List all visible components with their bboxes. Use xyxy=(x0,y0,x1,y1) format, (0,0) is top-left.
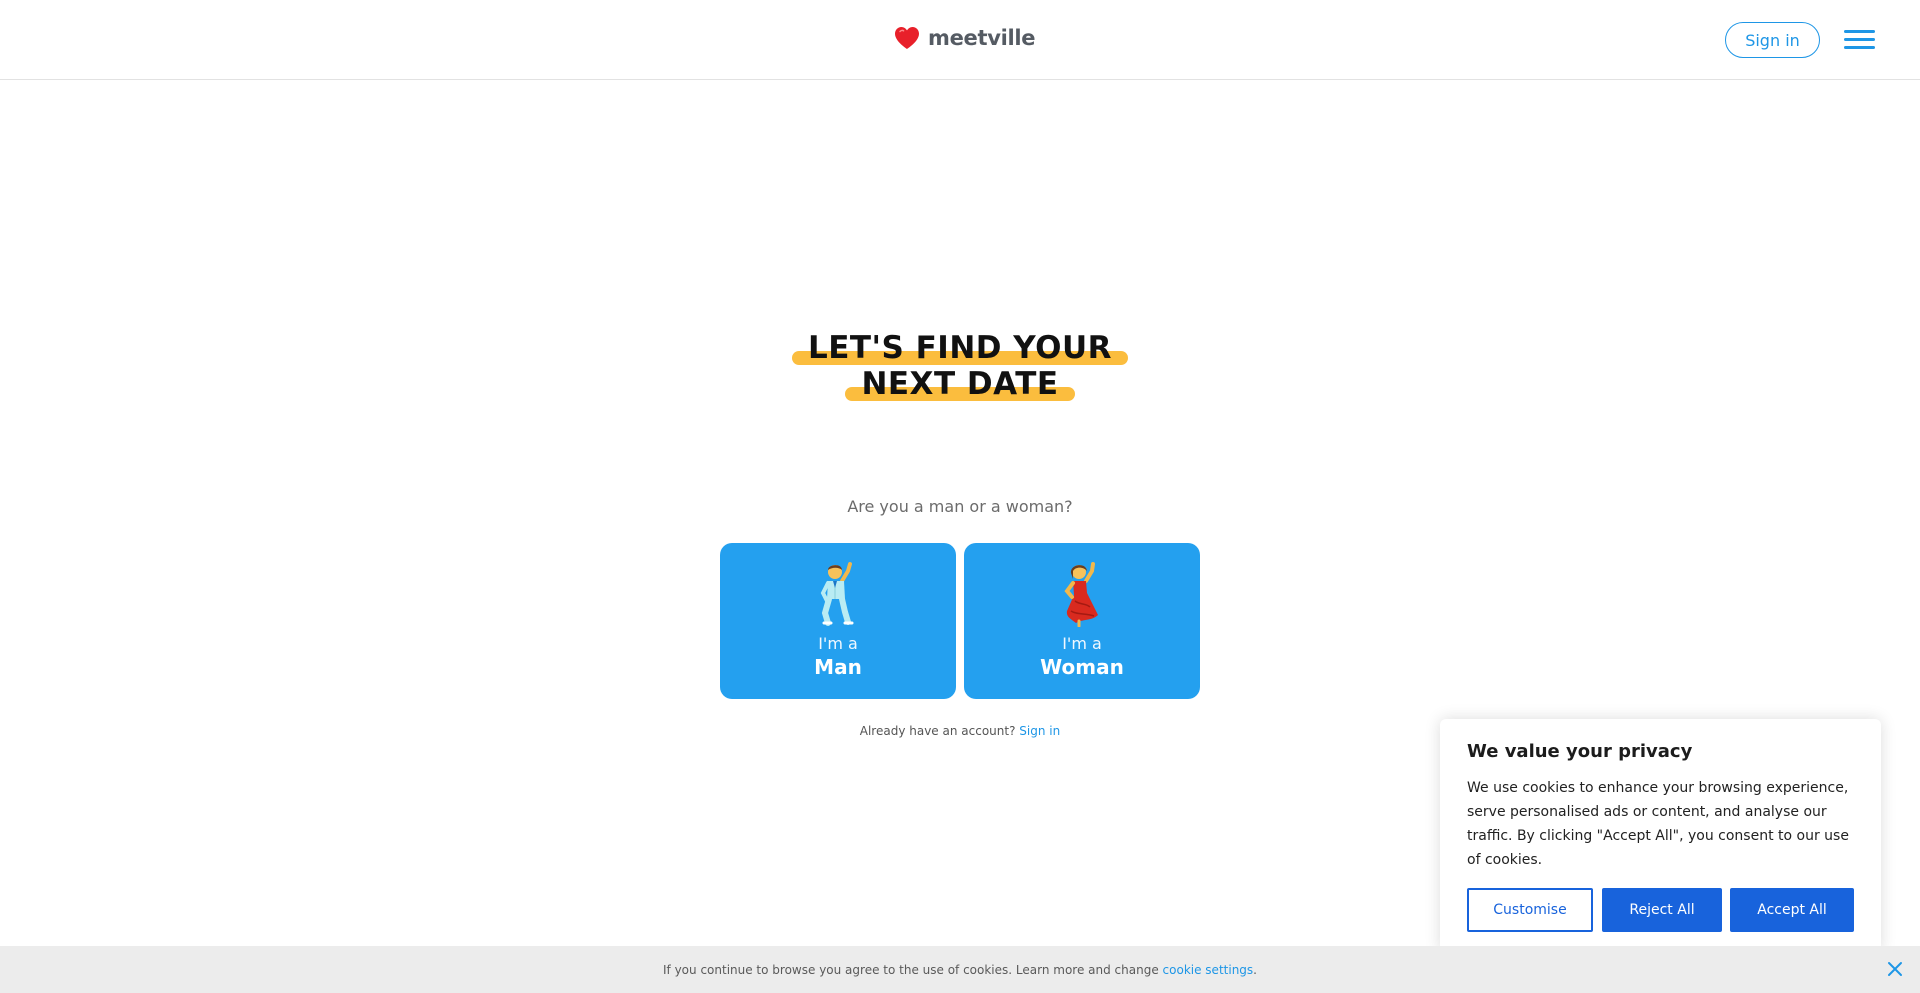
man-dancing-icon xyxy=(820,562,854,626)
already-text: Already have an account? xyxy=(859,724,1016,738)
site-header: meetville Sign in xyxy=(0,0,1920,80)
consent-text: We use cookies to enhance your browsing … xyxy=(1467,780,1849,868)
logo-text: meetville xyxy=(928,26,1036,50)
cookie-settings-link[interactable]: cookie settings xyxy=(1163,963,1254,977)
header-signin-button[interactable]: Sign in xyxy=(1725,22,1820,58)
consent-title: We value your privacy xyxy=(1467,741,1693,762)
cookie-notice-bar: If you continue to browse you agree to t… xyxy=(0,946,1920,993)
woman-dancing-icon xyxy=(1064,562,1098,627)
accept-all-button[interactable]: Accept All xyxy=(1730,888,1854,932)
logo[interactable]: meetville xyxy=(894,26,1036,50)
hamburger-menu-icon[interactable] xyxy=(1844,28,1875,52)
headline-line-1: LET'S FIND YOUR xyxy=(791,330,1129,366)
signin-link[interactable]: Sign in xyxy=(1019,724,1060,738)
choice-prefix: I'm a xyxy=(1062,634,1102,653)
customise-button[interactable]: Customise xyxy=(1467,888,1593,932)
choice-prefix: I'm a xyxy=(818,634,858,653)
close-icon[interactable] xyxy=(1887,961,1903,977)
cookie-notice-text: If you continue to browse you agree to t… xyxy=(663,962,1159,977)
heart-icon xyxy=(895,27,919,49)
headline-line-2: NEXT DATE xyxy=(845,366,1075,402)
page-title: LET'S FIND YOUR NEXT DATE xyxy=(760,330,1160,402)
choice-label-woman: Woman xyxy=(1040,655,1124,679)
cookie-notice-suffix: . xyxy=(1253,962,1257,977)
choice-label-man: Man xyxy=(814,655,862,679)
cookie-consent-dialog: We value your privacy We use cookies to … xyxy=(1440,719,1881,952)
im-a-man-button[interactable]: I'm a Man xyxy=(720,543,956,699)
im-a-woman-button[interactable]: I'm a Woman xyxy=(964,543,1200,699)
reject-all-button[interactable]: Reject All xyxy=(1602,888,1722,932)
gender-question: Are you a man or a woman? xyxy=(847,497,1073,516)
